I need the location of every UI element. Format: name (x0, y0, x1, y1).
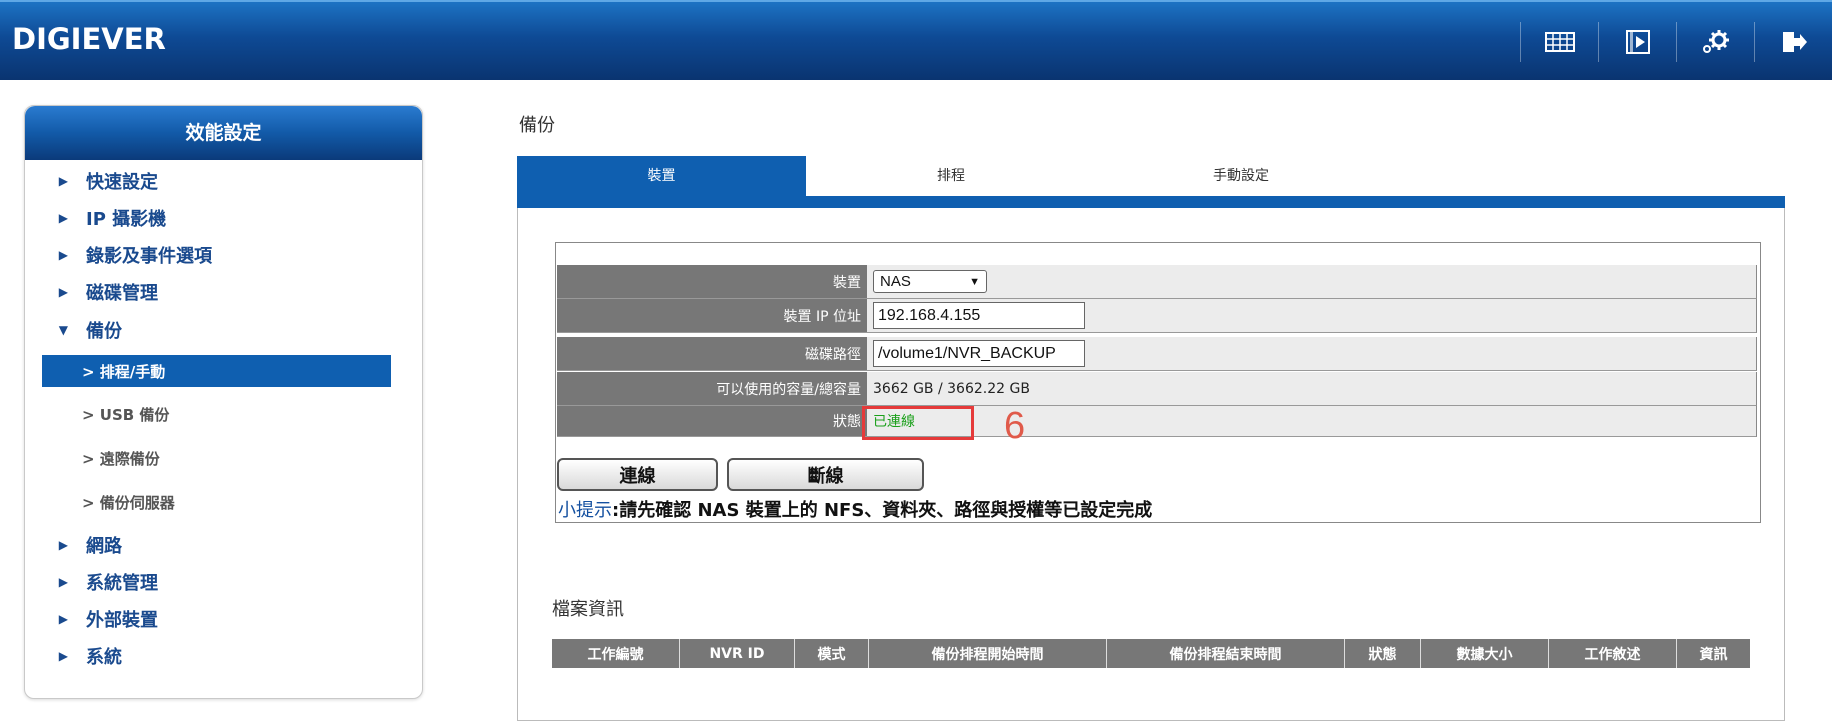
tab-manual-settings[interactable]: 手動設定 (1096, 156, 1386, 196)
live-view-icon[interactable] (1520, 22, 1598, 62)
capacity-value: 3662 GB / 3662.22 GB (867, 372, 1757, 406)
tab-schedule[interactable]: 排程 (806, 156, 1096, 196)
column-header: 備份排程結束時間 (1107, 639, 1345, 668)
top-toolbar (1520, 22, 1832, 62)
device-row: 裝置 NAS ▼ (557, 265, 1757, 299)
page-title: 備份 (519, 115, 555, 136)
hint-label: 小提示 (558, 500, 612, 521)
column-header: 數據大小 (1421, 639, 1549, 668)
sidebar-subitem-label: > 排程/手動 (82, 362, 166, 381)
path-row: 磁碟路徑 /volume1/NVR_BACKUP (557, 337, 1757, 371)
sidebar-item-label: 系統 (86, 647, 122, 668)
sidebar-item-external-devices[interactable]: ▶ 外部裝置 (24, 604, 158, 634)
sidebar-item-label: 備份 (86, 321, 122, 342)
tab-device[interactable]: 裝置 (517, 156, 806, 196)
sidebar-subitem-usb-backup[interactable]: > USB 備份 (42, 398, 391, 430)
sidebar-subitem-label: > 遠際備份 (82, 449, 160, 468)
sidebar-item-backup[interactable]: ▼ 備份 (24, 315, 122, 345)
ip-row: 裝置 IP 位址 192.168.4.155 (557, 299, 1757, 333)
brand-logo: DIGIEVER (12, 22, 166, 56)
ip-address-input[interactable]: 192.168.4.155 (873, 302, 1085, 329)
caret-right-icon: ▶ (58, 538, 68, 552)
sidebar-item-label: 網路 (86, 536, 122, 557)
device-label: 裝置 (557, 265, 867, 299)
device-select[interactable]: NAS ▼ (873, 270, 987, 293)
column-header: 工作編號 (552, 639, 680, 668)
hint-text: 小提示:請先確認 NAS 裝置上的 NFS、資料夾、路徑與授權等已設定完成 (558, 496, 1152, 522)
caret-right-icon: ▶ (58, 174, 68, 188)
hint-body: :請先確認 NAS 裝置上的 NFS、資料夾、路徑與授權等已設定完成 (612, 500, 1153, 521)
column-header: NVR ID (680, 639, 795, 668)
column-header: 備份排程開始時間 (869, 639, 1107, 668)
file-info-table-header: 工作編號 NVR ID 模式 備份排程開始時間 備份排程結束時間 狀態 數據大小… (552, 639, 1750, 668)
sidebar-item-label: IP 攝影機 (86, 209, 167, 230)
top-bar: DIGIEVER (0, 0, 1832, 80)
status-row: 狀態 已連線 (557, 406, 1757, 437)
caret-right-icon: ▶ (58, 612, 68, 626)
settings-icon[interactable] (1676, 22, 1754, 62)
sidebar-item-system[interactable]: ▶ 系統 (24, 641, 122, 671)
sidebar-title: 效能設定 (25, 106, 422, 160)
chevron-down-icon: ▼ (969, 275, 980, 288)
sidebar-subitem-remote-backup[interactable]: > 遠際備份 (42, 442, 391, 474)
sidebar-item-label: 外部裝置 (86, 610, 158, 631)
column-header: 狀態 (1345, 639, 1421, 668)
sidebar-item-ip-camera[interactable]: ▶ IP 攝影機 (24, 203, 166, 233)
sidebar-item-label: 系統管理 (86, 573, 158, 594)
caret-right-icon: ▶ (58, 649, 68, 663)
sidebar-subitem-schedule-manual[interactable]: > 排程/手動 (42, 355, 391, 387)
file-info-title: 檔案資訊 (552, 599, 624, 620)
column-header: 模式 (795, 639, 869, 668)
sidebar-item-label: 快速設定 (86, 172, 158, 193)
status-highlight-box (862, 406, 974, 440)
sidebar-item-label: 錄影及事件選項 (86, 246, 212, 267)
capacity-row: 可以使用的容量/總容量 3662 GB / 3662.22 GB (557, 372, 1757, 406)
sidebar-item-label: 磁碟管理 (86, 283, 158, 304)
connect-button[interactable]: 連線 (557, 458, 718, 491)
caret-right-icon: ▶ (58, 211, 68, 225)
column-header: 資訊 (1699, 646, 1728, 663)
disk-path-input[interactable]: /volume1/NVR_BACKUP (873, 340, 1085, 367)
ip-label: 裝置 IP 位址 (557, 299, 867, 333)
caret-right-icon: ▶ (58, 575, 68, 589)
column-header: 工作敘述 (1549, 639, 1677, 668)
sidebar-subitem-backup-server[interactable]: > 備份伺服器 (42, 486, 391, 518)
path-label: 磁碟路徑 (557, 337, 867, 371)
caret-right-icon: ▶ (58, 285, 68, 299)
sidebar-item-system-management[interactable]: ▶ 系統管理 (24, 567, 158, 597)
caret-down-icon: ▼ (58, 323, 68, 337)
playback-icon[interactable] (1598, 22, 1676, 62)
logout-icon[interactable] (1754, 22, 1832, 62)
sidebar-item-recording-events[interactable]: ▶ 錄影及事件選項 (24, 240, 212, 270)
sidebar-item-disk-management[interactable]: ▶ 磁碟管理 (24, 277, 158, 307)
sidebar-item-quick-setup[interactable]: ▶ 快速設定 (24, 166, 158, 196)
tab-bar: 裝置 排程 手動設定 (517, 156, 1785, 208)
annotation-number: 6 (1004, 405, 1026, 447)
status-label: 狀態 (557, 406, 867, 437)
device-select-value: NAS (880, 273, 911, 290)
sidebar-subitem-label: > USB 備份 (82, 405, 170, 424)
disconnect-button[interactable]: 斷線 (727, 458, 924, 491)
sidebar-item-network[interactable]: ▶ 網路 (24, 530, 122, 560)
capacity-label: 可以使用的容量/總容量 (557, 372, 867, 406)
caret-right-icon: ▶ (58, 248, 68, 262)
sidebar-subitem-label: > 備份伺服器 (82, 493, 175, 512)
